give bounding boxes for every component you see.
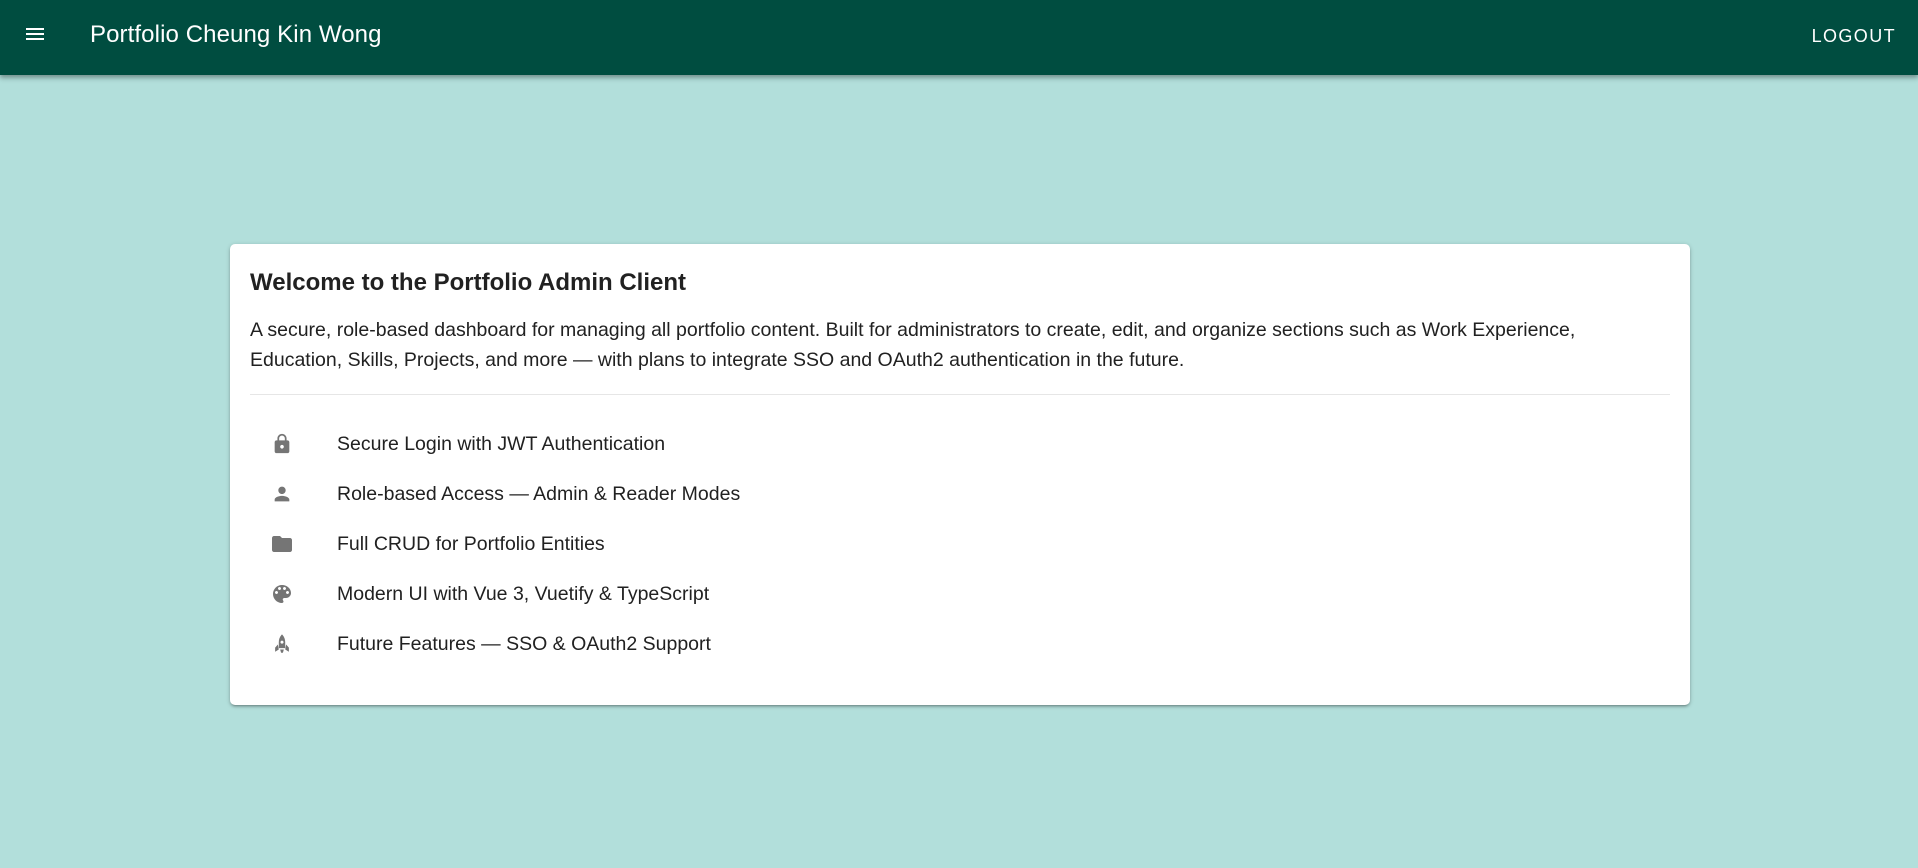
list-item: Future Features — SSO & OAuth2 Support: [250, 619, 1670, 669]
palette-icon: [270, 582, 294, 606]
menu-button[interactable]: [14, 15, 56, 57]
rocket-icon: [270, 632, 294, 656]
feature-label: Future Features — SSO & OAuth2 Support: [337, 633, 711, 655]
person-icon: [270, 482, 294, 506]
welcome-card: Welcome to the Portfolio Admin Client A …: [230, 244, 1690, 705]
feature-label: Role-based Access — Admin & Reader Modes: [337, 483, 741, 505]
card-title: Welcome to the Portfolio Admin Client: [250, 269, 687, 296]
list-item: Role-based Access — Admin & Reader Modes: [250, 469, 1670, 519]
app-bar: Portfolio Cheung Kin Wong LOGOUT: [0, 0, 1918, 75]
card-description: A secure, role-based dashboard for manag…: [250, 319, 1576, 371]
hamburger-menu-icon: [23, 22, 47, 51]
lock-icon: [270, 432, 294, 456]
list-item: Modern UI with Vue 3, Vuetify & TypeScri…: [250, 569, 1670, 619]
feature-label: Modern UI with Vue 3, Vuetify & TypeScri…: [337, 583, 710, 605]
app-title: Portfolio Cheung Kin Wong: [90, 21, 382, 48]
feature-label: Full CRUD for Portfolio Entities: [337, 533, 605, 555]
list-item: Secure Login with JWT Authentication: [250, 419, 1670, 469]
feature-list: Secure Login with JWT Authentication Rol…: [250, 419, 1670, 669]
feature-label: Secure Login with JWT Authentication: [337, 433, 666, 455]
logout-button[interactable]: LOGOUT: [1800, 18, 1908, 54]
divider: [250, 394, 1670, 395]
list-item: Full CRUD for Portfolio Entities: [250, 519, 1670, 569]
folder-icon: [270, 532, 294, 556]
